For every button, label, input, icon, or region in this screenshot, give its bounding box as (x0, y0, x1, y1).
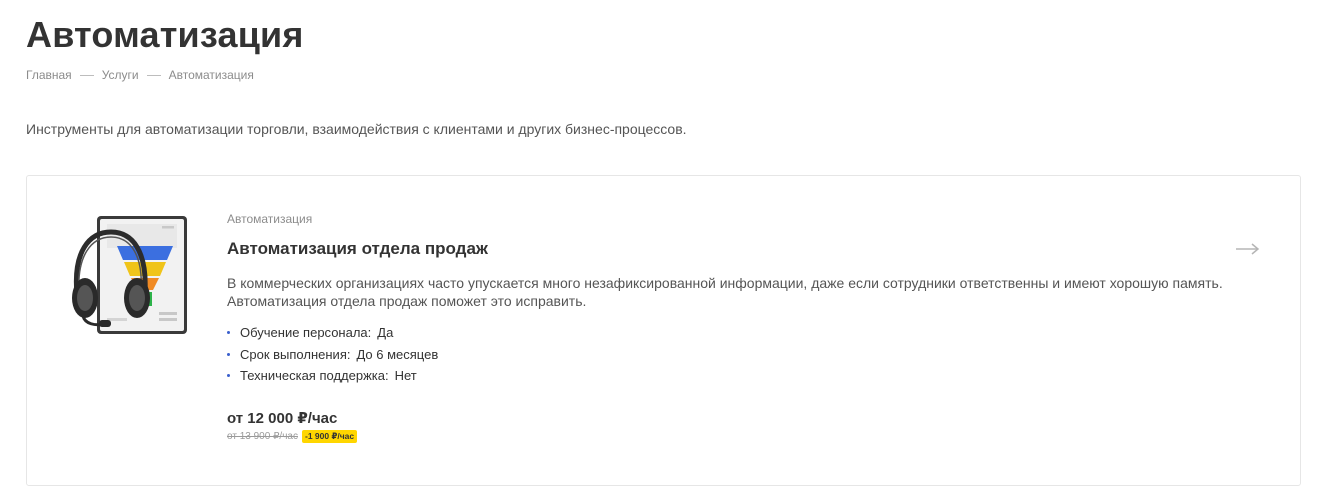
breadcrumb-current: Автоматизация (168, 68, 254, 82)
product-price: от 12 000 ₽/час (227, 409, 338, 427)
arrow-right-icon[interactable] (1235, 241, 1261, 257)
breadcrumb-separator (79, 74, 94, 76)
page-intro: Инструменты для автоматизации торговли, … (26, 121, 687, 137)
property-name: Обучение персонала: (240, 325, 372, 340)
property-name: Срок выполнения: (240, 346, 351, 362)
headset-sales-funnel-icon[interactable] (67, 212, 192, 337)
property-item: Обучение персонала: Да (227, 322, 1237, 344)
property-name: Техническая поддержка: (240, 368, 389, 383)
bullet-icon (227, 331, 230, 334)
property-value: Да (377, 325, 394, 340)
property-item: Срок выполнения: До 6 месяцев (227, 344, 1237, 366)
property-item: Техническая поддержка: Нет (227, 365, 1237, 387)
product-description: В коммерческих организациях часто упуска… (227, 275, 1223, 309)
breadcrumb: Главная Услуги Автоматизация (26, 68, 254, 82)
breadcrumb-home[interactable]: Главная (26, 68, 72, 82)
product-info: Автоматизация Автоматизация отдела прода… (227, 212, 1237, 443)
price-discount-row: от 13 900 ₽/час -1 900 ₽/час (227, 429, 1237, 443)
discount-badge: -1 900 ₽/час (301, 429, 358, 443)
product-title-link[interactable]: Автоматизация отдела продаж (227, 239, 1237, 259)
product-properties: Обучение персонала: Да Срок выполнения: До… (227, 322, 1237, 387)
bullet-icon (227, 374, 230, 377)
page-title: Автоматизация (26, 14, 304, 55)
breadcrumb-separator (146, 74, 161, 76)
property-value: Нет (394, 368, 417, 383)
product-card: Автоматизация Автоматизация отдела прода… (26, 175, 1301, 486)
breadcrumb-services[interactable]: Услуги (102, 68, 139, 82)
old-price: от 13 900 ₽/час (227, 430, 298, 442)
bullet-icon (227, 352, 230, 356)
product-category: Автоматизация (227, 212, 313, 226)
property-value: До 6 месяцев (356, 346, 439, 362)
